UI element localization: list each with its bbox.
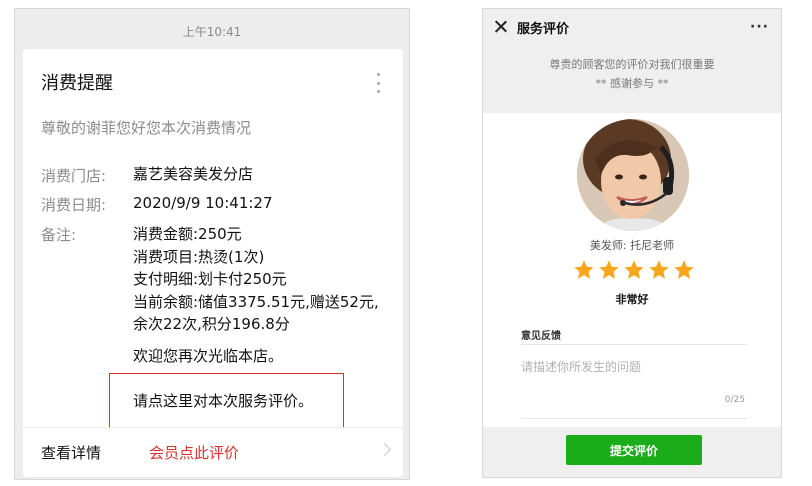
note-line: 支付明细:划卡付250元 [133,270,287,288]
greeting-text: 尊敬的谢菲您好您本次消费情况 [41,119,252,137]
consumption-notice-card: 消费提醒 尊敬的谢菲您好您本次消费情况 消费门店: 嘉艺美容美发分店 消费日期:… [23,49,403,477]
divider [521,418,747,419]
note-line: 消费项目:热烫(1次) [133,247,265,266]
char-counter: 0/25 [724,395,745,405]
chevron-right-icon [378,443,391,456]
close-icon[interactable] [494,20,507,33]
member-review-annotation: 会员点此评价 [149,444,240,462]
review-header: 服务评价 ··· 尊贵的顾客您的评价对我们很重要 ** 感谢参与 ** [483,9,781,113]
page-title: 服务评价 [517,22,570,37]
chat-screen: 上午10:41 消费提醒 尊敬的谢菲您好您本次消费情况 消费门店: 嘉艺美容美发… [14,8,410,480]
star-icon[interactable] [623,259,645,281]
feedback-label: 意见反馈 [521,331,561,342]
note-line: 当前余额:储值3375.51元,赠送52元, [133,292,379,311]
date-value: 2020/9/9 10:41:27 [133,194,273,212]
service-review-screen: 服务评价 ··· 尊贵的顾客您的评价对我们很重要 ** 感谢参与 ** 美发师:… [482,8,782,478]
bottom-bar: 提交评价 [483,427,781,477]
store-value: 嘉艺美容美发分店 [133,165,254,183]
submit-review-button[interactable]: 提交评价 [566,435,702,465]
welcome-text: 欢迎您再次光临本店。 [133,347,284,365]
notes-value: 消费金额:250元 消费项目:热烫(1次) 支付明细:划卡付250元 当前余额:… [133,223,379,336]
notes-label: 备注: [41,226,77,244]
more-icon[interactable] [377,73,381,93]
stylist-avatar [577,119,689,231]
feedback-input[interactable] [521,349,747,419]
message-time: 上午10:41 [182,25,242,39]
review-prompt-link[interactable]: 请点这里对本次服务评价。 [109,373,344,428]
view-details-label: 查看详情 [41,444,102,462]
thanks-text: ** 感谢参与 ** [595,77,669,90]
more-icon[interactable]: ··· [750,19,769,35]
star-icon[interactable] [598,259,620,281]
rating-stars[interactable] [573,259,695,281]
rating-text: 非常好 [615,293,649,306]
note-line: 消费金额:250元 [133,225,242,243]
card-title: 消费提醒 [41,73,113,94]
star-icon[interactable] [648,259,670,281]
intro-text: 尊贵的顾客您的评价对我们很重要 [549,58,715,71]
view-details-row[interactable]: 查看详情 会员点此评价 [23,428,403,477]
star-icon[interactable] [673,259,695,281]
date-label: 消费日期: [41,196,107,214]
store-label: 消费门店: [41,167,107,185]
note-line: 余次22次,积分196.8分 [133,315,290,333]
star-icon[interactable] [573,259,595,281]
stylist-name: 美发师: 托尼老师 [589,239,675,252]
divider [521,344,747,345]
